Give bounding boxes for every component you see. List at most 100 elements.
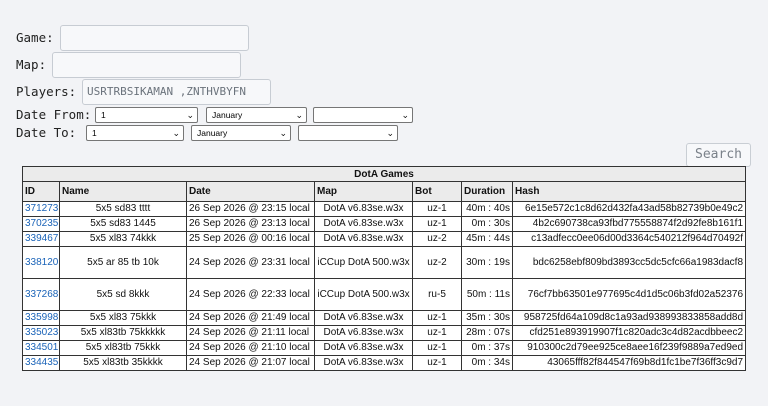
game-map: DotA v6.83se.w3x bbox=[314, 355, 413, 371]
game-map: DotA v6.83se.w3x bbox=[314, 310, 413, 326]
table-row: 337268 5x5 sd 8kkk 24 Sep 2026 @ 22:33 l… bbox=[22, 278, 747, 311]
game-duration: 50m : 11s bbox=[461, 278, 513, 311]
game-name: 5x5 sd 8kkk bbox=[59, 278, 187, 311]
table-row: 334501 5x5 xl83tb 75kkk 24 Sep 2026 @ 21… bbox=[22, 340, 747, 356]
game-bot: uz-1 bbox=[412, 310, 462, 326]
game-hash: 6e15e572c1c8d62d432fa43ad58b82739b0e49c2 bbox=[511, 201, 747, 217]
game-hash: c13adfecc0ee06d00d3364c540212f964d70492f bbox=[511, 231, 747, 247]
game-name: 5x5 xl83tb 75kkk bbox=[59, 340, 187, 356]
game-bot: uz-1 bbox=[412, 325, 462, 341]
game-name: 5x5 xl83tb 75kkkkk bbox=[59, 325, 187, 341]
game-map: iCCup DotA 500.w3x bbox=[314, 246, 413, 279]
table-row: 338120 5x5 ar 85 tb 10k 24 Sep 2026 @ 23… bbox=[22, 246, 747, 279]
table-row: 334435 5x5 xl83tb 35kkkk 24 Sep 2026 @ 2… bbox=[22, 355, 747, 371]
game-map: DotA v6.83se.w3x bbox=[314, 201, 413, 217]
game-name: 5x5 xl83 75kkk bbox=[59, 310, 187, 326]
game-bot: uz-2 bbox=[412, 231, 462, 247]
game-label: Game: bbox=[16, 30, 54, 45]
game-date: 24 Sep 2026 @ 21:49 local bbox=[186, 310, 315, 326]
game-name: 5x5 sd83 tttt bbox=[59, 201, 187, 217]
chevron-down-icon: ⌄ bbox=[172, 128, 180, 138]
date-from-label: Date From: bbox=[16, 107, 92, 122]
games-table: DotA Games ID Name Date Map Bot Duration… bbox=[21, 166, 747, 371]
column-header-map: Map bbox=[314, 181, 413, 202]
game-hash: 43065fff82f844547f69b8d1fc1be7f36ff3c9d7 bbox=[511, 355, 747, 371]
date-from-day-select[interactable]: 1 ⌄ bbox=[95, 107, 198, 123]
date-to-month-value: January bbox=[197, 128, 228, 138]
column-header-duration: Duration bbox=[461, 181, 513, 202]
game-name: 5x5 ar 85 tb 10k bbox=[59, 246, 187, 279]
game-bot: uz-1 bbox=[412, 355, 462, 371]
date-from-month-value: January bbox=[212, 110, 243, 120]
column-header-id: ID bbox=[22, 181, 60, 202]
game-id-link[interactable]: 335998 bbox=[25, 312, 58, 323]
game-duration: 30m : 19s bbox=[461, 246, 513, 279]
search-button[interactable]: Search bbox=[686, 143, 751, 167]
column-header-name: Name bbox=[59, 181, 187, 202]
game-date: 24 Sep 2026 @ 23:31 local bbox=[186, 246, 315, 279]
chevron-down-icon: ⌄ bbox=[186, 110, 194, 120]
table-row: 335998 5x5 xl83 75kkk 24 Sep 2026 @ 21:4… bbox=[22, 310, 747, 326]
game-bot: uz-2 bbox=[412, 246, 462, 279]
game-date: 25 Sep 2026 @ 00:16 local bbox=[186, 231, 315, 247]
game-duration: 0m : 37s bbox=[461, 340, 513, 356]
map-input[interactable] bbox=[52, 52, 241, 78]
game-hash: 958725fd64a109d8c1a93ad938993833858add8d bbox=[511, 310, 747, 326]
game-duration: 0m : 30s bbox=[461, 216, 513, 232]
table-row: 335023 5x5 xl83tb 75kkkkk 24 Sep 2026 @ … bbox=[22, 325, 747, 341]
game-map: DotA v6.83se.w3x bbox=[314, 340, 413, 356]
game-name: 5x5 xl83tb 35kkkk bbox=[59, 355, 187, 371]
game-map: iCCup DotA 500.w3x bbox=[314, 278, 413, 311]
game-date: 26 Sep 2026 @ 23:13 local bbox=[186, 216, 315, 232]
date-to-year-select[interactable]: ⌄ bbox=[298, 125, 398, 141]
date-to-day-value: 1 bbox=[92, 128, 97, 138]
date-to-day-select[interactable]: 1 ⌄ bbox=[86, 125, 184, 141]
game-id-link[interactable]: 338120 bbox=[25, 257, 58, 268]
chevron-down-icon: ⌄ bbox=[295, 110, 303, 120]
game-date: 24 Sep 2026 @ 21:07 local bbox=[186, 355, 315, 371]
players-input[interactable]: USRTRBSIKAMAN ,ZNTHVBYFN bbox=[82, 79, 271, 105]
game-map: DotA v6.83se.w3x bbox=[314, 325, 413, 341]
game-hash: 76cf7bb63501e977695c4d1d5c06b3fd02a52376 bbox=[511, 278, 747, 311]
table-row: 371273 5x5 sd83 tttt 26 Sep 2026 @ 23:15… bbox=[22, 201, 747, 217]
game-date: 26 Sep 2026 @ 23:15 local bbox=[186, 201, 315, 217]
column-header-date: Date bbox=[186, 181, 315, 202]
chevron-down-icon: ⌄ bbox=[401, 110, 409, 120]
game-id-link[interactable]: 334435 bbox=[25, 357, 58, 368]
game-id-link[interactable]: 337268 bbox=[25, 289, 58, 300]
game-duration: 35m : 30s bbox=[461, 310, 513, 326]
game-id-link[interactable]: 335023 bbox=[25, 327, 58, 338]
date-to-label: Date To: bbox=[16, 125, 77, 140]
game-date: 24 Sep 2026 @ 21:10 local bbox=[186, 340, 315, 356]
table-caption: DotA Games bbox=[21, 166, 747, 182]
game-hash: bdc6258ebf809bd3893cc5dc5cfc66a1983dacf8 bbox=[511, 246, 747, 279]
chevron-down-icon: ⌄ bbox=[279, 128, 287, 138]
chevron-down-icon: ⌄ bbox=[386, 128, 394, 138]
game-date: 24 Sep 2026 @ 21:11 local bbox=[186, 325, 315, 341]
game-duration: 28m : 07s bbox=[461, 325, 513, 341]
game-id-link[interactable]: 370235 bbox=[25, 218, 58, 229]
game-name: 5x5 sd83 1445 bbox=[59, 216, 187, 232]
game-hash: cfd251e893919907f1c820adc3c4d82acdbbeec2 bbox=[511, 325, 747, 341]
game-bot: uz-1 bbox=[412, 340, 462, 356]
players-label: Players: bbox=[16, 84, 77, 99]
game-hash: 4b2c690738ca93fbd775558874f2d92fe8b161f1 bbox=[511, 216, 747, 232]
game-map: DotA v6.83se.w3x bbox=[314, 231, 413, 247]
game-duration: 45m : 44s bbox=[461, 231, 513, 247]
game-bot: uz-1 bbox=[412, 216, 462, 232]
game-id-link[interactable]: 371273 bbox=[25, 203, 58, 214]
date-from-year-select[interactable]: ⌄ bbox=[313, 107, 413, 123]
game-bot: uz-1 bbox=[412, 201, 462, 217]
date-from-day-value: 1 bbox=[101, 110, 106, 120]
date-to-month-select[interactable]: January ⌄ bbox=[191, 125, 291, 141]
game-duration: 0m : 34s bbox=[461, 355, 513, 371]
game-hash: 910300c2d79ee925ce8aee16f239f9889a7ed9ed bbox=[511, 340, 747, 356]
map-label: Map: bbox=[16, 57, 47, 72]
column-header-bot: Bot bbox=[412, 181, 462, 202]
game-id-link[interactable]: 339467 bbox=[25, 233, 58, 244]
column-header-hash: Hash bbox=[511, 181, 747, 202]
date-from-month-select[interactable]: January ⌄ bbox=[206, 107, 307, 123]
game-id-link[interactable]: 334501 bbox=[25, 342, 58, 353]
game-input[interactable] bbox=[60, 25, 249, 51]
game-bot: ru-5 bbox=[412, 278, 462, 311]
